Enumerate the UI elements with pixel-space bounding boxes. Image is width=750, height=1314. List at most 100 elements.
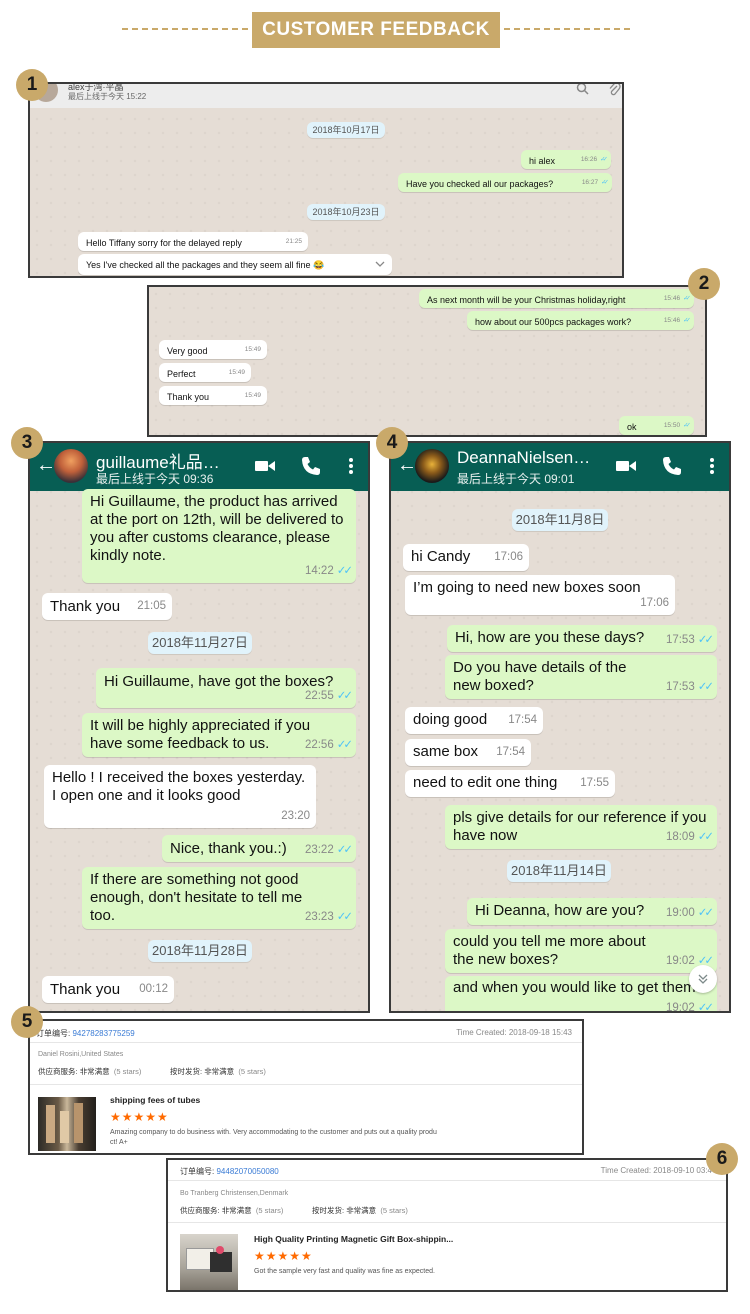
message-bubble[interactable]: Hi Guillaume, have got the boxes? 22:55 ✓… bbox=[96, 668, 356, 708]
message-bubble[interactable]: Hi, how are you these days? 17:53 ✓✓ bbox=[447, 625, 717, 652]
contact-name[interactable]: DeannaNielsen… bbox=[457, 448, 590, 468]
message-time: 15:50 ✓✓ bbox=[663, 422, 691, 429]
message-text: Yes I've checked all the packages and th… bbox=[86, 260, 325, 270]
message-text: Hi Guillaume, the product has arrived at… bbox=[90, 493, 344, 564]
message-bubble[interactable]: pls give details for our reference if yo… bbox=[445, 805, 717, 849]
message-bubble[interactable]: Perfect 15:49 bbox=[159, 363, 251, 382]
message-text: hi alex bbox=[529, 156, 556, 166]
message-bubble[interactable]: doing good 17:54 bbox=[405, 707, 543, 734]
more-options-icon[interactable] bbox=[340, 455, 362, 477]
read-ticks-icon: ✓✓ bbox=[683, 317, 691, 324]
message-bubble[interactable]: same box 17:54 bbox=[405, 739, 531, 766]
message-text: Thank you bbox=[50, 598, 121, 615]
order-card-6: 订单编号: 94482070050080 Time Created: 2018-… bbox=[166, 1158, 728, 1292]
message-bubble[interactable]: hi Candy 17:06 bbox=[403, 544, 529, 571]
message-bubble[interactable]: Hello Tiffany sorry for the delayed repl… bbox=[78, 232, 308, 251]
message-bubble[interactable]: As next month will be your Christmas hol… bbox=[419, 289, 694, 308]
message-text: Do you have details of the new boxed? bbox=[453, 659, 627, 694]
message-text: Nice, thank you.:) bbox=[170, 840, 287, 857]
message-bubble[interactable]: Hello ! I received the boxes yesterday. … bbox=[44, 765, 316, 828]
read-ticks-icon: ✓✓ bbox=[683, 422, 691, 429]
scroll-down-button[interactable] bbox=[689, 965, 717, 993]
date-chip: 2018年11月28日 bbox=[148, 940, 252, 962]
avatar[interactable] bbox=[415, 449, 449, 483]
message-text: Thank you bbox=[167, 392, 210, 402]
message-bubble[interactable]: It will be highly appreciated if you hav… bbox=[82, 713, 356, 757]
order-number-link[interactable]: 94482070050080 bbox=[216, 1167, 278, 1176]
message-bubble[interactable]: Thank you 00:12 bbox=[42, 976, 174, 1003]
avatar[interactable] bbox=[54, 449, 88, 483]
message-bubble[interactable]: Hi Deanna, how are you? 19:00 ✓✓ bbox=[467, 898, 717, 925]
product-title[interactable]: shipping fees of tubes bbox=[110, 1095, 200, 1105]
message-time: 23:22 ✓✓ bbox=[304, 844, 353, 856]
read-ticks-icon: ✓✓ bbox=[336, 565, 353, 577]
contact-status: 最后上线于今天 09:36 bbox=[96, 472, 214, 486]
message-time: 15:49 bbox=[228, 369, 245, 376]
message-bubble[interactable]: could you tell me more about the new box… bbox=[445, 929, 717, 973]
read-ticks-icon: ✓✓ bbox=[600, 156, 608, 163]
message-time: 21:05 bbox=[137, 600, 166, 612]
chat-topbar: ← guillaume礼品… 最后上线于今天 09:36 bbox=[30, 443, 368, 491]
chat-header: alex于湾·平晶 最后上线于今天 15:22 bbox=[30, 84, 622, 108]
message-time: 15:49 bbox=[244, 346, 261, 353]
message-text: could you tell me more about the new box… bbox=[453, 933, 646, 968]
section-header: CUSTOMER FEEDBACK bbox=[0, 0, 750, 62]
message-text: Hello ! I received the boxes yesterday. … bbox=[52, 769, 306, 804]
product-title[interactable]: High Quality Printing Magnetic Gift Box-… bbox=[254, 1234, 453, 1244]
video-call-icon[interactable] bbox=[254, 455, 276, 477]
message-bubble[interactable]: Do you have details of the new boxed? 17… bbox=[445, 655, 717, 699]
star-rating: ★★★★★ bbox=[254, 1249, 313, 1263]
read-ticks-icon: ✓✓ bbox=[683, 295, 691, 302]
message-bubble[interactable]: Very good 15:49 bbox=[159, 340, 267, 359]
message-text: If there are something not good enough, … bbox=[90, 871, 303, 924]
message-bubble[interactable]: how about our 500pcs packages work? 15:4… bbox=[467, 311, 694, 330]
read-ticks-icon: ✓✓ bbox=[697, 907, 714, 919]
product-thumbnail[interactable] bbox=[38, 1097, 96, 1151]
message-bubble[interactable]: I’m going to need new boxes soon 17:06 bbox=[405, 575, 675, 615]
message-bubble[interactable]: and when you would like to get them? 19:… bbox=[445, 976, 717, 1013]
read-ticks-icon: ✓✓ bbox=[336, 844, 353, 856]
product-thumbnail[interactable] bbox=[180, 1234, 238, 1290]
order-number-link[interactable]: 94278283775259 bbox=[72, 1029, 134, 1038]
search-icon[interactable] bbox=[576, 82, 589, 95]
message-bubble[interactable]: Have you checked all our packages? 16:27… bbox=[398, 173, 612, 192]
video-call-icon[interactable] bbox=[615, 455, 637, 477]
message-bubble[interactable]: Thank you 21:05 bbox=[42, 593, 172, 620]
chevron-down-icon[interactable] bbox=[375, 261, 385, 267]
message-bubble[interactable]: Yes I've checked all the packages and th… bbox=[78, 254, 392, 275]
message-time: 15:49 bbox=[244, 392, 261, 399]
read-ticks-icon: ✓✓ bbox=[697, 831, 714, 843]
chat-panel-1: alex于湾·平晶 最后上线于今天 15:22 2018年10月17日 hi a… bbox=[28, 82, 624, 278]
message-bubble[interactable]: ok 15:50 ✓✓ bbox=[619, 416, 694, 435]
message-time: 16:27 ✓✓ bbox=[581, 179, 609, 186]
more-options-icon[interactable] bbox=[701, 455, 723, 477]
star-rating: ★★★★★ bbox=[110, 1110, 169, 1124]
message-bubble[interactable]: If there are something not good enough, … bbox=[82, 867, 356, 929]
message-text: Hi Deanna, how are you? bbox=[475, 902, 645, 919]
message-text: hi Candy bbox=[411, 548, 471, 565]
message-text: and when you would like to get them? bbox=[453, 979, 704, 996]
phone-call-icon[interactable] bbox=[661, 455, 683, 477]
message-time: 17:54 bbox=[496, 746, 525, 758]
back-arrow-icon[interactable]: ← bbox=[36, 454, 56, 477]
date-chip: 2018年11月27日 bbox=[148, 632, 252, 654]
badge-6: 6 bbox=[706, 1143, 738, 1175]
message-time: 18:09 ✓✓ bbox=[665, 831, 714, 843]
message-bubble[interactable]: Hi Guillaume, the product has arrived at… bbox=[82, 489, 356, 583]
message-bubble[interactable]: Thank you 15:49 bbox=[159, 386, 267, 405]
message-time: 19:02 ✓✓ bbox=[665, 1002, 714, 1013]
shipping-rating: 按时发货: 非常满意 (5 stars) bbox=[312, 1206, 408, 1215]
message-time: 22:56 ✓✓ bbox=[304, 739, 353, 751]
phone-call-icon[interactable] bbox=[300, 455, 322, 477]
attach-icon[interactable] bbox=[608, 82, 621, 96]
time-created: Time Created: 2018-09-10 03:4 bbox=[600, 1166, 712, 1175]
badge-2: 2 bbox=[688, 268, 720, 300]
message-bubble[interactable]: need to edit one thing 17:55 bbox=[405, 770, 615, 797]
chat-topbar: ← DeannaNielsen… 最后上线于今天 09:01 bbox=[391, 443, 729, 491]
message-text: Hi Guillaume, have got the boxes? bbox=[104, 673, 334, 690]
back-arrow-icon[interactable]: ← bbox=[397, 454, 417, 477]
read-ticks-icon: ✓✓ bbox=[336, 739, 353, 751]
message-text: It will be highly appreciated if you hav… bbox=[90, 717, 311, 752]
message-bubble[interactable]: Nice, thank you.:) 23:22 ✓✓ bbox=[162, 835, 356, 862]
message-bubble[interactable]: hi alex 16:26 ✓✓ bbox=[521, 150, 611, 169]
